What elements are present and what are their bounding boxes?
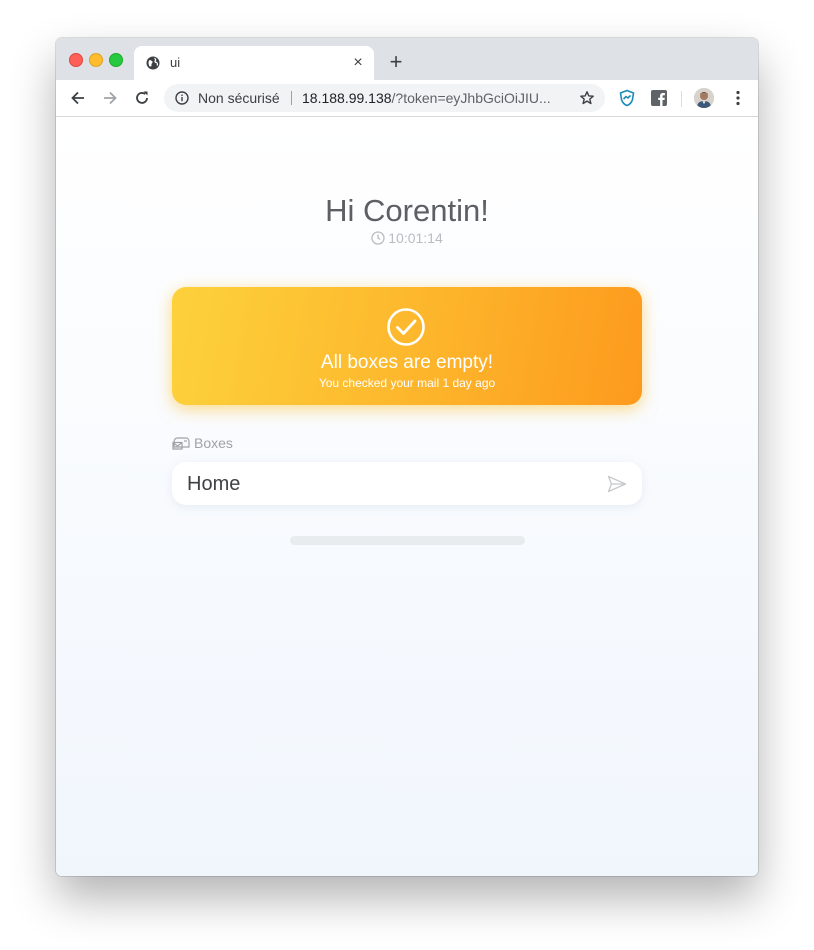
tab-strip: ui × + <box>56 38 758 80</box>
security-label: Non sécurisé <box>198 90 280 106</box>
globe-icon <box>146 56 160 70</box>
url-text[interactable]: 18.188.99.138/?token=eyJhbGciOiJIU... <box>302 90 551 106</box>
avatar[interactable] <box>694 88 714 108</box>
check-circle-icon <box>387 308 425 346</box>
omnibox-divider <box>291 91 292 105</box>
address-bar[interactable]: Non sécurisé 18.188.99.138/?token=eyJhbG… <box>164 84 605 112</box>
browser-window: ui × + Non sécurisé 18.188.99.138/?token… <box>56 38 758 876</box>
forward-icon[interactable] <box>100 88 120 108</box>
clock-icon <box>371 231 385 245</box>
url-path: /?token=eyJhbGciOiJIU... <box>391 90 551 106</box>
close-icon[interactable]: × <box>350 55 366 71</box>
status-title: All boxes are empty! <box>320 352 494 373</box>
user-photo <box>694 88 714 108</box>
browser-toolbar: Non sécurisé 18.188.99.138/?token=eyJhbG… <box>56 80 758 117</box>
current-time: 10:01:14 <box>56 230 758 246</box>
list-item[interactable]: Home <box>172 462 642 505</box>
send-icon[interactable] <box>607 475 627 493</box>
info-icon[interactable] <box>175 91 189 105</box>
boxes-label-text: Boxes <box>194 435 233 451</box>
url-host: 18.188.99.138 <box>302 90 392 106</box>
mailbox-icon <box>172 437 190 450</box>
box-name: Home <box>187 473 241 495</box>
page-title: Hi Corentin! <box>325 193 489 228</box>
progress-bar <box>290 536 525 545</box>
browser-tab[interactable]: ui × <box>134 46 374 80</box>
time-value: 10:01:14 <box>388 230 443 246</box>
page-viewport: Hi Corentin! 10:01:14 All boxes are empt… <box>56 117 758 876</box>
star-icon[interactable] <box>579 90 595 106</box>
menu-icon[interactable] <box>732 89 744 107</box>
reload-icon[interactable] <box>132 88 152 108</box>
boxes-section-label: Boxes <box>172 435 233 451</box>
status-subtitle: You checked your mail 1 day ago <box>318 376 496 390</box>
close-window-button[interactable] <box>69 53 83 67</box>
plus-icon[interactable]: + <box>386 51 406 73</box>
tab-title: ui <box>170 55 181 70</box>
facebook-extension-icon[interactable] <box>650 89 668 107</box>
minimize-window-button[interactable] <box>89 53 103 67</box>
toolbar-divider <box>681 91 682 107</box>
shield-extension-icon[interactable] <box>618 89 636 107</box>
back-icon[interactable] <box>68 88 88 108</box>
maximize-window-button[interactable] <box>109 53 123 67</box>
status-card: All boxes are empty! You checked your ma… <box>172 287 642 405</box>
